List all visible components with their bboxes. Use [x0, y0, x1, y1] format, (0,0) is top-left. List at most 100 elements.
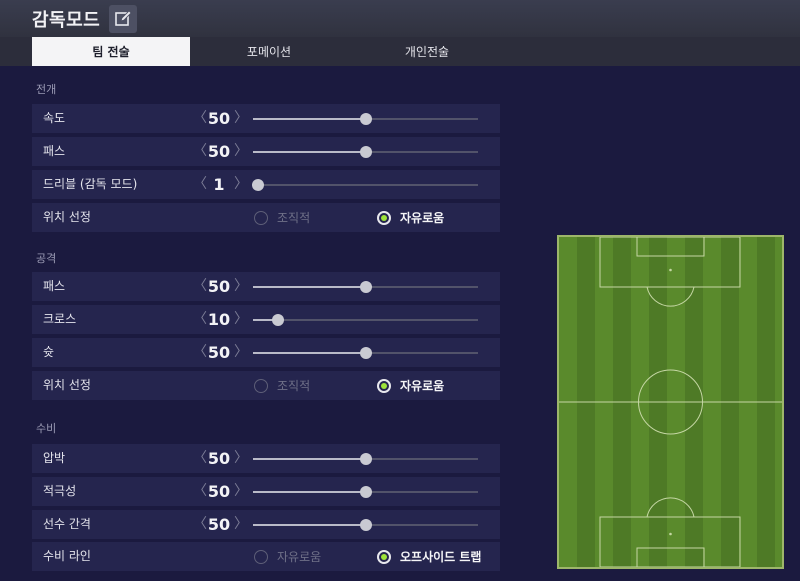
chevron-left-icon[interactable]: 〈: [193, 338, 207, 367]
radio-label: 조직적: [277, 379, 311, 393]
speed-slider[interactable]: [253, 113, 478, 125]
slider-value: 50: [207, 109, 231, 128]
slider-row-pressure: 압박 〈 50 〉: [32, 444, 500, 473]
chevron-left-icon[interactable]: 〈: [193, 477, 207, 506]
radio-label: 자유로움: [400, 211, 445, 225]
chevron-left-icon[interactable]: 〈: [193, 444, 207, 473]
chevron-left-icon[interactable]: 〈: [193, 137, 207, 166]
tab-team-tactics[interactable]: 팀 전술: [32, 37, 190, 66]
radio-organised[interactable]: 조직적: [254, 371, 310, 400]
slider-row-crossing: 크로스 〈 10 〉: [32, 305, 500, 334]
row-label: 드리블 (감독 모드): [43, 177, 138, 191]
row-label: 수비 라인: [43, 549, 91, 563]
row-label: 패스: [43, 144, 66, 158]
radio-label: 자유로움: [400, 379, 445, 393]
section-title-defence: 수비: [36, 422, 57, 435]
slider-value: 50: [207, 515, 231, 534]
edit-icon: [115, 9, 132, 26]
chevron-right-icon[interactable]: 〉: [234, 477, 248, 506]
radio-row-buildup-positioning: 위치 선정 조직적 자유로움: [32, 203, 500, 232]
chevron-right-icon[interactable]: 〉: [234, 272, 248, 301]
slider-knob[interactable]: [359, 519, 372, 531]
slider-value: 50: [207, 142, 231, 161]
team-width-slider[interactable]: [253, 519, 478, 531]
row-label: 적극성: [43, 484, 77, 498]
chevron-right-icon[interactable]: 〉: [234, 170, 248, 199]
slider-value: 50: [207, 343, 231, 362]
section-title-buildup: 전개: [36, 83, 57, 96]
slider-knob[interactable]: [359, 347, 372, 359]
chevron-right-icon[interactable]: 〉: [234, 444, 248, 473]
chevron-left-icon[interactable]: 〈: [193, 104, 207, 133]
page-title: 감독모드: [32, 9, 101, 31]
row-label: 슛: [43, 345, 55, 359]
crossing-slider[interactable]: [253, 314, 478, 326]
chevron-right-icon[interactable]: 〉: [234, 104, 248, 133]
radio-circle-icon: [254, 378, 268, 393]
row-label: 크로스: [43, 312, 77, 326]
radio-label: 오프사이드 트랩: [400, 550, 482, 564]
slider-row-attack-passing: 패스 〈 50 〉: [32, 272, 500, 301]
radio-free-roaming[interactable]: 자유로움: [254, 542, 321, 571]
slider-value: 50: [207, 482, 231, 501]
attack-passing-slider[interactable]: [253, 281, 478, 293]
edit-button[interactable]: [109, 4, 138, 33]
dribble-slider[interactable]: [251, 179, 478, 191]
slider-knob[interactable]: [359, 113, 372, 125]
radio-offside-trap[interactable]: 오프사이드 트랩: [377, 542, 481, 571]
chevron-right-icon[interactable]: 〉: [234, 305, 248, 334]
radio-free-roaming[interactable]: 자유로움: [377, 371, 444, 400]
pitch-graphic: [559, 236, 782, 568]
slider-knob[interactable]: [359, 453, 372, 465]
header-bar: 감독모드: [0, 0, 800, 37]
radio-row-defensive-line: 수비 라인 자유로움 오프사이드 트랩: [32, 542, 500, 571]
radio-selected-icon: [377, 210, 391, 225]
pressure-slider[interactable]: [253, 453, 478, 465]
chevron-left-icon[interactable]: 〈: [193, 272, 207, 301]
row-label: 패스: [43, 279, 66, 293]
aggression-slider[interactable]: [253, 486, 478, 498]
chevron-right-icon[interactable]: 〉: [234, 137, 248, 166]
slider-knob[interactable]: [359, 146, 372, 158]
radio-organised[interactable]: 조직적: [254, 203, 310, 232]
tab-individual-tactics[interactable]: 개인전술: [348, 37, 506, 66]
slider-knob[interactable]: [271, 314, 284, 326]
radio-label: 조직적: [277, 211, 311, 225]
row-label: 위치 선정: [43, 378, 91, 392]
radio-row-attack-positioning: 위치 선정 조직적 자유로움: [32, 371, 500, 400]
radio-selected-icon: [377, 378, 391, 393]
slider-value: 50: [207, 277, 231, 296]
slider-row-aggression: 적극성 〈 50 〉: [32, 477, 500, 506]
radio-selected-icon: [377, 549, 391, 564]
slider-knob[interactable]: [359, 486, 372, 498]
buildup-passing-slider[interactable]: [253, 146, 478, 158]
tab-formation[interactable]: 포메이션: [190, 37, 348, 66]
slider-value: 1: [213, 175, 225, 194]
chevron-left-icon[interactable]: 〈: [193, 305, 207, 334]
slider-knob[interactable]: [251, 179, 264, 191]
slider-value: 10: [207, 310, 231, 329]
row-label: 압박: [43, 451, 66, 465]
radio-label: 자유로움: [277, 550, 322, 564]
tab-bar: 팀 전술 포메이션 개인전술: [0, 37, 800, 66]
slider-row-shooting: 슛 〈 50 〉: [32, 338, 500, 367]
radio-circle-icon: [254, 210, 268, 225]
row-label: 속도: [43, 111, 66, 125]
pitch-preview: [557, 235, 784, 569]
slider-knob[interactable]: [359, 281, 372, 293]
row-label: 선수 간격: [43, 517, 91, 531]
radio-free-roaming[interactable]: 자유로움: [377, 203, 444, 232]
slider-value: 50: [207, 449, 231, 468]
row-label: 위치 선정: [43, 210, 91, 224]
slider-row-dribble: 드리블 (감독 모드) 〈 1 〉: [32, 170, 500, 199]
chevron-left-icon[interactable]: 〈: [193, 510, 207, 539]
radio-circle-icon: [254, 549, 268, 564]
slider-row-speed: 속도 〈 50 〉: [32, 104, 500, 133]
slider-row-buildup-passing: 패스 〈 50 〉: [32, 137, 500, 166]
slider-row-team-width: 선수 간격 〈 50 〉: [32, 510, 500, 539]
shooting-slider[interactable]: [253, 347, 478, 359]
chevron-right-icon[interactable]: 〉: [234, 338, 248, 367]
chevron-right-icon[interactable]: 〉: [234, 510, 248, 539]
section-title-attack: 공격: [36, 252, 57, 265]
chevron-left-icon[interactable]: 〈: [193, 170, 207, 199]
